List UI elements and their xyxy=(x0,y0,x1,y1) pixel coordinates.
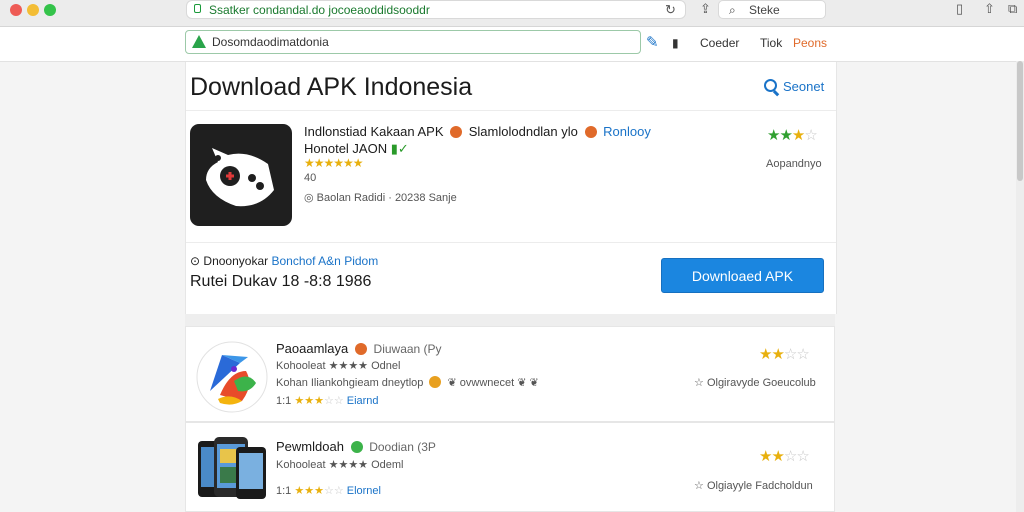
app-2-line1: Kohooleat ★★★★ Odeml xyxy=(276,459,404,471)
flame-badge-icon xyxy=(450,126,463,138)
star-outline-icon: ☆ xyxy=(694,480,704,492)
app-1-badge: Diuwaan (Py xyxy=(373,342,442,356)
page-search-button[interactable]: Seonet xyxy=(764,79,824,94)
featured-app-name: Indlonstiad Kakaan APK xyxy=(304,124,444,139)
app-2-stars: ★★★ xyxy=(294,485,324,497)
url-text: Ssatker condandal.do jocoeaoddidsooddr xyxy=(209,3,430,17)
checkmark-icon: ▮✓ xyxy=(390,141,409,156)
app-icon-gamepad[interactable] xyxy=(190,124,292,226)
app-1-name[interactable]: Paoaamlaya xyxy=(276,341,348,356)
featured-side-rating: ★★★☆ xyxy=(767,127,818,144)
nav-link-1[interactable]: Coeder xyxy=(700,36,739,50)
app-1-line2-suffix: ovwwnecet xyxy=(459,377,515,389)
tabs-icon[interactable]: ⧉ xyxy=(1008,1,1017,17)
app-1-link[interactable]: Eiarnd xyxy=(347,395,379,407)
magnifier-icon xyxy=(764,79,777,92)
app-1-badge-icon xyxy=(354,343,367,355)
publisher-badge-icon xyxy=(584,126,597,138)
browser-search-box[interactable]: ⌕ Steke xyxy=(718,0,826,19)
star-outline-icon: ☆ xyxy=(694,377,704,389)
app-icon-colorful-bird xyxy=(196,341,268,413)
page-scrollbar[interactable] xyxy=(1016,61,1024,512)
app-2-title-row: Pewmldoah Doodian (3P xyxy=(276,439,436,454)
app-1-line2-row: Kohan Iliankohgieam dneytlop ❦ ovwwnecet… xyxy=(276,376,539,389)
search-icon: ⌕ xyxy=(729,3,736,17)
app-icon-phones xyxy=(198,437,266,499)
site-search-text: Dosomdaodimatdonia xyxy=(212,35,329,49)
featured-meta-label: Dnoonyokar xyxy=(203,254,269,268)
app-2-right-label-row: ☆ Olgiayyle Fadcholdun xyxy=(694,479,813,492)
site-logo-icon xyxy=(192,35,206,48)
app-2-badge: Doodian (3P xyxy=(369,440,436,454)
leaf-icon: ❦ xyxy=(447,377,457,389)
app-2-link[interactable]: Elornel xyxy=(347,485,381,497)
browser-search-label: Steke xyxy=(749,3,780,17)
app-2-footer: 1:1 ★★★☆☆ Elornel xyxy=(276,485,381,497)
list-item[interactable]: Pewmldoah Doodian (3P Kohooleat ★★★★ Ode… xyxy=(185,422,835,512)
app-1-stars: ★★★ xyxy=(294,395,324,407)
share-icon[interactable]: ⇪ xyxy=(700,1,711,17)
main-panel: Download APK Indonesia Seonet Indlonstia… xyxy=(185,62,837,314)
nav-link-2[interactable]: Tiok xyxy=(760,36,782,50)
app-1-count: 1:1 xyxy=(276,395,292,407)
pen-icon[interactable]: ✎ xyxy=(646,33,659,51)
featured-rating-label: Aopandnyo xyxy=(766,158,822,170)
pin-icon: ⊙ xyxy=(190,254,201,268)
featured-update-line: Rutei Dukav 18 -8:8 1986 xyxy=(190,273,372,290)
scrollbar-thumb[interactable] xyxy=(1017,61,1023,181)
bookmark-icon[interactable]: ⇧ xyxy=(984,1,995,17)
divider xyxy=(186,242,836,243)
featured-meta-row: ⊙ Dnoonyokar Bonchof A&n Pidom xyxy=(190,254,378,268)
app-1-side-rating: ★★☆☆ xyxy=(759,346,810,363)
section-gap xyxy=(185,314,835,326)
app-1-right-label[interactable]: Olgiravyde Goeucolub xyxy=(707,377,816,389)
featured-meta-link[interactable]: Bonchof A&n Pidom xyxy=(271,254,378,268)
app-1-title-row: Paoaamlaya Diuwaan (Py xyxy=(276,341,442,356)
app-2-badge-icon xyxy=(350,441,363,453)
minimize-window-button[interactable] xyxy=(27,4,39,16)
app-1-line1: Kohooleat ★★★★ Odnel xyxy=(276,360,401,372)
app-2-name[interactable]: Pewmldoah xyxy=(276,439,344,454)
emoji-icon xyxy=(429,376,442,388)
page-title: Download APK Indonesia xyxy=(190,73,473,101)
site-header: Dosomdaodimatdonia ✎ ▮ Coeder Tiok Peons xyxy=(0,27,1024,62)
browser-toolbar: Ssatker condandal.do jocoeaoddidsooddr ↻… xyxy=(0,0,1024,27)
featured-info-row: ◎ Baolan Radidi · 20238 Sanje xyxy=(304,191,457,204)
nav-link-3[interactable]: Peons xyxy=(793,36,827,50)
featured-rating-stars: ★★★★★★ xyxy=(304,156,364,170)
app-2-count: 1:1 xyxy=(276,485,292,497)
page-search-label: Seonet xyxy=(783,79,825,94)
list-item[interactable]: Paoaamlaya Diuwaan (Py Kohooleat ★★★★ Od… xyxy=(185,326,835,422)
featured-subtitle: Honotel JAON xyxy=(304,141,388,156)
url-bar[interactable]: Ssatker condandal.do jocoeaoddidsooddr ↻ xyxy=(186,0,686,19)
site-search-field[interactable]: Dosomdaodimatdonia xyxy=(185,30,641,54)
featured-subtitle-row: Honotel JAON ▮✓ xyxy=(304,141,409,157)
app-2-side-rating: ★★☆☆ xyxy=(759,448,810,465)
featured-publisher[interactable]: Ronlooy xyxy=(603,124,651,139)
app-1-footer: 1:1 ★★★☆☆ Eiarnd xyxy=(276,395,379,407)
info-icon: ◎ xyxy=(304,192,314,204)
download-apk-button[interactable]: Downloaed APK xyxy=(661,258,824,293)
lock-icon xyxy=(194,4,201,13)
featured-app-name-suffix: Slamlolodndlan ylo xyxy=(468,124,578,139)
app-1-line2: Kohan Iliankohgieam dneytlop xyxy=(276,377,424,389)
app-2-right-label[interactable]: Olgiayyle Fadcholdun xyxy=(707,480,813,492)
featured-review-count: 40 xyxy=(304,172,317,184)
gamepad-icon xyxy=(206,148,274,207)
featured-app-title[interactable]: Indlonstiad Kakaan APK Slamlolodndlan yl… xyxy=(304,124,651,139)
maximize-window-button[interactable] xyxy=(44,4,56,16)
app-1-right-label-row: ☆ Olgiravyde Goeucolub xyxy=(694,376,816,389)
featured-info: Baolan Radidi · 20238 Sanje xyxy=(316,192,457,204)
reload-icon[interactable]: ↻ xyxy=(665,2,676,18)
leaf-icon-2: ❦ ❦ xyxy=(517,377,539,389)
page-icon[interactable]: ▮ xyxy=(672,36,679,50)
sidebar-icon[interactable]: ▯ xyxy=(956,1,963,17)
close-window-button[interactable] xyxy=(10,4,22,16)
divider xyxy=(186,110,836,111)
